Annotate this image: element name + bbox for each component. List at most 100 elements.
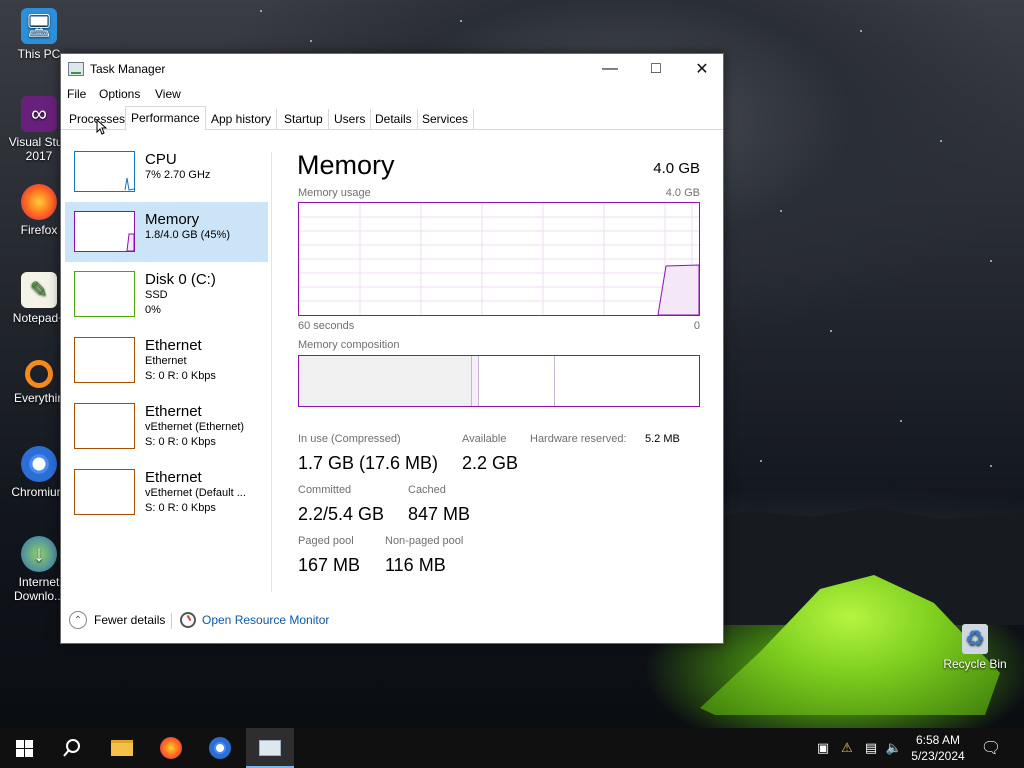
chevron-up-icon: ⌃: [69, 611, 87, 629]
composition-standby: [479, 356, 555, 406]
tab-services[interactable]: Services: [417, 109, 475, 130]
computer-icon: 🖥: [21, 8, 57, 44]
fewer-details-label: Fewer details: [94, 613, 166, 627]
taskbar-task-manager[interactable]: [246, 728, 294, 768]
footer-divider: [171, 613, 172, 629]
sidebar-item-title: Ethernet: [145, 403, 202, 420]
star: [940, 140, 942, 142]
star: [900, 420, 902, 422]
open-resource-monitor-link[interactable]: Open Resource Monitor: [180, 610, 329, 630]
sidebar-item-ethernet-3[interactable]: Ethernet vEthernet (Default ... S: 0 R: …: [65, 460, 268, 520]
sidebar-item-subtitle: vEthernet (Ethernet): [145, 421, 245, 433]
star: [310, 40, 312, 42]
notification-center-icon[interactable]: 🗨: [981, 740, 1001, 757]
maximize-button[interactable]: □: [633, 54, 679, 84]
hardware-reserved-value: 5.2 MB: [645, 433, 680, 445]
menu-options[interactable]: Options: [99, 87, 140, 101]
hardware-reserved-label: Hardware reserved:: [530, 433, 627, 445]
sidebar-item-title: Memory: [145, 211, 200, 228]
network-icon[interactable]: ▤: [863, 740, 879, 756]
search-icon: [63, 739, 80, 757]
menu-file[interactable]: File: [67, 87, 86, 101]
ethernet-thumbnail-graph: [74, 337, 135, 383]
memory-usage-graph: [298, 202, 700, 316]
sidebar-item-subtitle: Ethernet: [145, 355, 187, 367]
firefox-icon: [160, 737, 182, 759]
sidebar-item-title: Disk 0 (C:): [145, 271, 216, 288]
star: [780, 210, 782, 212]
in-use-value: 1.7 GB (17.6 MB): [298, 453, 439, 473]
tab-app-history[interactable]: App history: [206, 109, 278, 130]
tab-performance[interactable]: Performance: [125, 106, 206, 131]
mouse-cursor-icon: [96, 119, 108, 135]
cpu-thumbnail-graph: [74, 151, 135, 192]
sidebar-divider: [271, 152, 272, 592]
sidebar-item-cpu[interactable]: CPU 7% 2.70 GHz: [65, 142, 268, 202]
ethernet-thumbnail-graph: [74, 469, 135, 515]
sidebar-item-ethernet-1[interactable]: Ethernet Ethernet S: 0 R: 0 Kbps: [65, 328, 268, 388]
folder-icon: [111, 740, 133, 756]
disk-thumbnail-graph: [74, 271, 135, 317]
memory-composition-bar: [298, 355, 700, 407]
sidebar-item-subtitle: 7% 2.70 GHz: [145, 169, 211, 181]
menu-view[interactable]: View: [155, 87, 181, 101]
clock[interactable]: 6:58 AM 5/23/2024: [908, 732, 968, 764]
firefox-icon: [21, 184, 57, 220]
committed-value: 2.2/5.4 GB: [298, 504, 385, 524]
everything-search-icon: [25, 360, 53, 388]
open-resource-monitor-label: Open Resource Monitor: [202, 613, 330, 627]
taskbar-chromium[interactable]: [196, 728, 244, 768]
resource-monitor-icon: [180, 612, 196, 628]
fewer-details-button[interactable]: ⌃ Fewer details: [69, 610, 165, 630]
internet-download-manager-icon: ↓: [21, 536, 57, 572]
memory-total: 4.0 GB: [653, 160, 700, 177]
tab-startup[interactable]: Startup: [279, 109, 329, 130]
memory-composition-label: Memory composition: [298, 339, 400, 351]
sidebar-item-subtitle: vEthernet (Default ...: [145, 487, 246, 499]
memory-usage-label: Memory usage: [298, 187, 371, 199]
non-paged-pool-label: Non-paged pool: [385, 535, 464, 547]
sidebar-item-detail: S: 0 R: 0 Kbps: [145, 502, 216, 514]
sidebar-item-title: Ethernet: [145, 337, 202, 354]
chromium-icon: [209, 737, 231, 759]
task-manager-icon: [68, 62, 84, 76]
minimize-button[interactable]: —: [587, 54, 633, 84]
taskbar-firefox[interactable]: [147, 728, 195, 768]
tab-details[interactable]: Details: [370, 109, 418, 130]
tab-users[interactable]: Users: [329, 109, 372, 130]
clock-date: 5/23/2024: [911, 749, 965, 763]
windows-logo-icon: [15, 739, 33, 757]
desktop-icon-recycle-bin[interactable]: ♻ Recycle Bin: [939, 624, 1011, 671]
composition-modified: [472, 356, 479, 406]
taskbar-file-explorer[interactable]: [98, 728, 146, 768]
cached-label: Cached: [408, 484, 446, 496]
committed-label: Committed: [298, 484, 352, 496]
sidebar-item-detail: S: 0 R: 0 Kbps: [145, 436, 216, 448]
star: [990, 260, 992, 262]
chromium-icon: [21, 446, 57, 482]
sidebar-item-ethernet-2[interactable]: Ethernet vEthernet (Ethernet) S: 0 R: 0 …: [65, 394, 268, 454]
page-title: Memory: [297, 150, 395, 180]
shield-warning-icon[interactable]: ⚠: [839, 740, 855, 756]
graph-time-left-label: 60 seconds: [298, 320, 355, 332]
star: [260, 10, 262, 12]
sidebar-item-subtitle: SSD: [145, 289, 168, 301]
sidebar-item-memory[interactable]: Memory 1.8/4.0 GB (45%): [65, 202, 268, 262]
sidebar-item-title: Ethernet: [145, 469, 202, 486]
recycle-bin-icon: ♻: [962, 624, 988, 654]
tray-app-icon[interactable]: ▣: [815, 740, 831, 756]
close-button[interactable]: ✕: [679, 54, 725, 84]
sidebar-item-disk[interactable]: Disk 0 (C:) SSD 0%: [65, 262, 268, 322]
notepad-plus-icon: ✎: [21, 272, 57, 308]
volume-muted-icon[interactable]: 🔈: [886, 740, 902, 756]
paged-pool-value: 167 MB: [298, 555, 361, 575]
star: [860, 30, 862, 32]
visual-studio-icon: ∞: [21, 96, 57, 132]
title-bar[interactable]: Task Manager — □ ✕: [61, 54, 723, 84]
composition-in-use: [299, 356, 472, 406]
taskbar: ▣ ⚠ ▤ 🔈 6:58 AM 5/23/2024 🗨: [0, 728, 1024, 768]
composition-free: [555, 356, 699, 406]
start-button[interactable]: [0, 728, 48, 768]
search-button[interactable]: [48, 728, 96, 768]
task-manager-window[interactable]: Task Manager — □ ✕ File Options View Pro…: [60, 53, 724, 644]
